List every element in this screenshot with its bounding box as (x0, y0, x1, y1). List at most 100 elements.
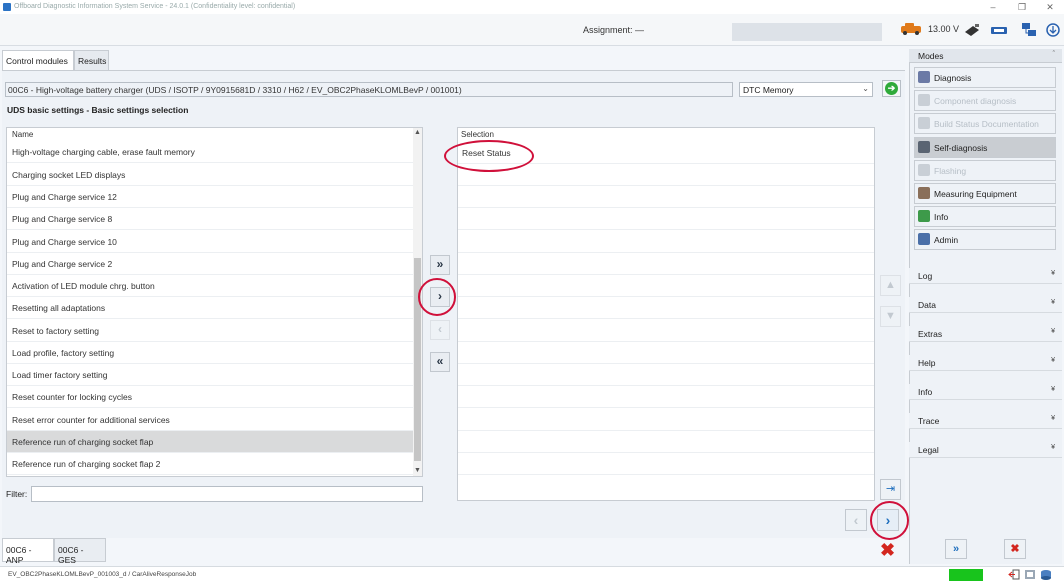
sidebar-close-button[interactable]: ✖ (1004, 539, 1026, 559)
function-dropdown[interactable]: DTC Memory ⌄ (739, 82, 873, 97)
section-label: Help (918, 358, 936, 368)
selection-empty-row (458, 453, 874, 475)
database-icon[interactable] (1040, 569, 1052, 580)
filter-input[interactable] (31, 486, 423, 502)
add-all-button[interactable]: » (430, 255, 450, 275)
mode-label: Admin (934, 235, 959, 245)
tab-control-modules[interactable]: Control modules (2, 50, 74, 70)
expand-icon: ¥ (1051, 444, 1055, 451)
exit-icon[interactable] (1008, 569, 1020, 580)
mode-diagnosis[interactable]: Diagnosis (914, 67, 1056, 88)
highlight-circle (418, 278, 456, 316)
voltage-readout: 13.00 V (928, 24, 960, 34)
selection-empty-row (458, 364, 874, 386)
section-label: Legal (918, 445, 939, 455)
chevron-down-icon: ⌄ (862, 84, 869, 93)
go-button[interactable]: ➔ (882, 80, 901, 97)
mode-info[interactable]: Info (914, 206, 1056, 227)
car-battery-icon (901, 23, 921, 35)
mode-label: Measuring Equipment (934, 189, 1017, 199)
list-item[interactable]: Resetting all adaptations (7, 297, 414, 319)
restore-button[interactable]: ❐ (1008, 0, 1036, 14)
expand-icon: ¥ (1051, 415, 1055, 422)
move-down-button[interactable]: ▼ (880, 306, 901, 327)
vci-connector-icon (965, 24, 979, 36)
available-settings-list: Name High-voltage charging cable, erase … (6, 127, 423, 477)
minimize-button[interactable]: – (979, 0, 1007, 14)
app-icon (3, 3, 11, 11)
scroll-down-icon[interactable]: ▼ (413, 466, 422, 476)
section-title: UDS basic settings - Basic settings sele… (7, 105, 189, 115)
tab-00c6-ges[interactable]: 00C6 - GES (54, 538, 106, 565)
expand-icon: ¥ (1051, 270, 1055, 277)
mode-label: Flashing (934, 166, 967, 176)
modes-title: Modes (918, 51, 944, 61)
mode-build-status-documentation[interactable]: Build Status Documentation (914, 113, 1056, 134)
measuring-equipment-icon (918, 187, 930, 199)
flashing-icon (918, 164, 930, 176)
selection-empty-row (458, 320, 874, 342)
list-item[interactable]: Reset error counter for additional servi… (7, 409, 414, 431)
selection-empty-row (458, 253, 874, 275)
section-help[interactable]: Help ¥ (909, 355, 1062, 371)
section-label: Extras (918, 329, 943, 339)
list-item[interactable]: High-voltage charging cable, erase fault… (7, 142, 414, 163)
tab-00c6-anp[interactable]: 00C6 - ANP (2, 538, 54, 565)
remove-all-button[interactable]: « (430, 352, 450, 372)
mode-label: Info (934, 212, 949, 222)
section-log[interactable]: Log ¥ (909, 268, 1062, 284)
control-module-field: 00C6 - High-voltage battery charger (UDS… (5, 82, 733, 97)
selection-empty-row (458, 297, 874, 319)
section-data[interactable]: Data ¥ (909, 297, 1062, 313)
list-item[interactable]: Activation of LED module chrg. button (7, 275, 414, 297)
window-title: Offboard Diagnostic Information System S… (14, 3, 296, 10)
go-to-last-button[interactable]: ⇥ (880, 479, 901, 500)
selection-empty-row (458, 208, 874, 230)
mode-label: Diagnosis (934, 73, 972, 83)
list-item[interactable]: Plug and Charge service 8 (7, 208, 414, 230)
list-item[interactable]: Reference run of charging socket flap 2 (7, 453, 414, 475)
section-legal[interactable]: Legal ¥ (909, 442, 1062, 458)
section-extras[interactable]: Extras ¥ (909, 326, 1062, 342)
list-item[interactable]: Charging socket LED displays (7, 164, 414, 186)
list-item[interactable]: Plug and Charge service 10 (7, 231, 414, 253)
component-diagnosis-icon (918, 94, 930, 106)
section-info[interactable]: Info ¥ (909, 384, 1062, 400)
section-label: Log (918, 271, 933, 281)
sidebar-forward-button[interactable]: » (945, 539, 967, 559)
window-layout-icon[interactable] (1024, 569, 1036, 580)
help-info-icon[interactable] (1044, 22, 1062, 38)
modes-header[interactable]: Modes ˆ (909, 49, 1062, 63)
list-item[interactable]: Plug and Charge service 2 (7, 253, 414, 275)
selection-column-header: Selection (461, 130, 494, 139)
close-window-button[interactable]: ✕ (1036, 0, 1064, 14)
list-item-selected[interactable]: Reference run of charging socket flap (7, 431, 414, 453)
mode-measuring-equipment[interactable]: Measuring Equipment (914, 183, 1056, 204)
self-diagnosis-icon (918, 141, 930, 153)
list-item[interactable]: Reset counter for locking cycles (7, 386, 414, 408)
section-trace[interactable]: Trace ¥ (909, 413, 1062, 429)
app-header: Assignment: — 13.00 V (0, 14, 1064, 46)
expand-icon: ¥ (1051, 386, 1055, 393)
mode-label: Build Status Documentation (934, 119, 1039, 129)
assignment-label: Assignment: — (583, 25, 645, 35)
mode-admin[interactable]: Admin (914, 229, 1056, 250)
mode-flashing[interactable]: Flashing (914, 160, 1056, 181)
list-item[interactable]: Load timer factory setting (7, 364, 414, 386)
list-item[interactable]: Load profile, factory setting (7, 342, 414, 364)
documentation-icon (918, 117, 930, 129)
previous-step-button[interactable]: ‹ (845, 509, 867, 531)
connection-status-indicator (949, 569, 983, 581)
section-label: Trace (918, 416, 940, 426)
list-item[interactable]: Plug and Charge service 12 (7, 186, 414, 208)
diagnosis-icon (918, 71, 930, 83)
assignment-value-box (732, 23, 882, 41)
remove-selected-button[interactable]: ‹ (430, 320, 450, 340)
mode-component-diagnosis[interactable]: Component diagnosis (914, 90, 1056, 111)
scroll-up-icon[interactable]: ▲ (413, 128, 422, 138)
move-up-button[interactable]: ▲ (880, 275, 901, 296)
list-item[interactable]: Reset to factory setting (7, 320, 414, 342)
cancel-icon[interactable]: ✖ (880, 540, 895, 561)
tab-results[interactable]: Results (74, 50, 109, 70)
mode-self-diagnosis[interactable]: Self-diagnosis (914, 137, 1056, 158)
